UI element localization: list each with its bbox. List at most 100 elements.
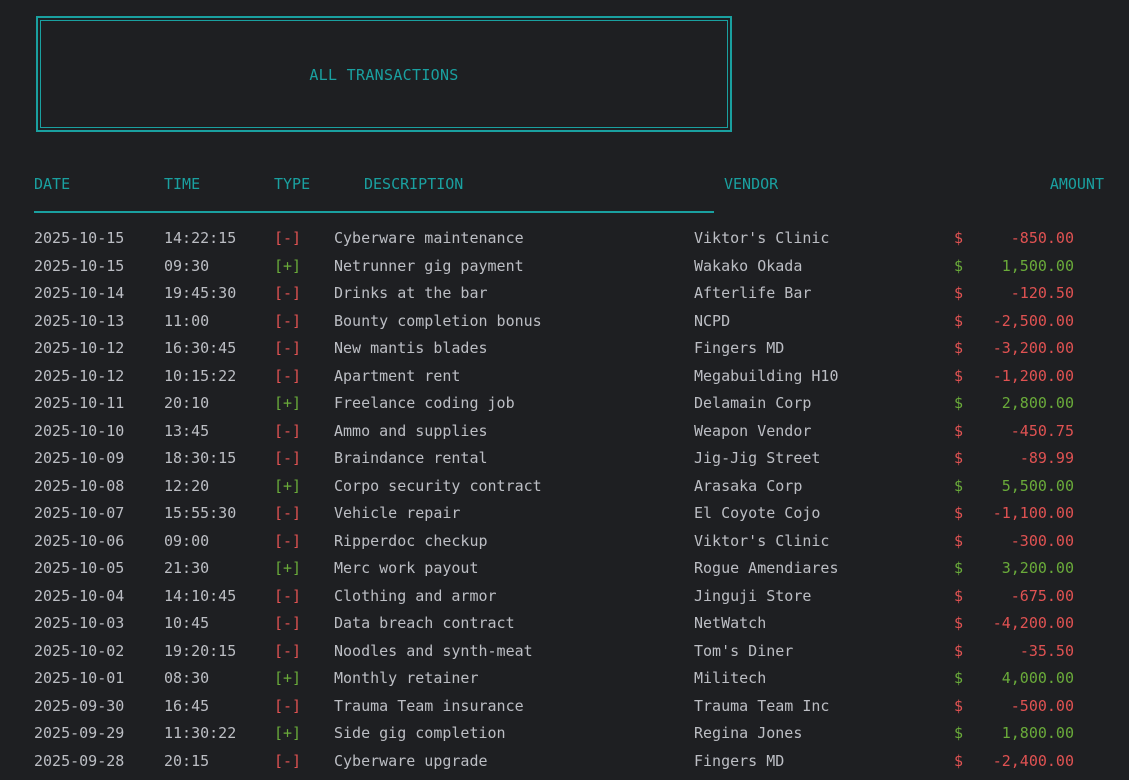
column-header-type[interactable]: TYPE xyxy=(274,175,310,193)
table-row[interactable]: 2025-10-02 19:20:15 [-] Noodles and synth-m… xyxy=(0,642,1129,670)
cell-date: 2025-10-15 xyxy=(34,256,125,275)
cell-description: Netrunner gig payment xyxy=(334,256,524,275)
cell-type: [-] xyxy=(274,421,302,440)
cell-date: 2025-10-15 xyxy=(34,229,125,247)
cell-date: 2025-10-12 xyxy=(34,366,125,385)
cell-vendor: Arasaka Corp xyxy=(694,476,803,495)
table-row[interactable]: 2025-10-07 15:55:30 [-] Vehicle repair El Co… xyxy=(0,504,1129,532)
cell-amount: -89.99 xyxy=(1019,449,1074,467)
table-row[interactable]: 2025-10-15 14:22:15 [-] Cyberware maintenan… xyxy=(0,229,1129,257)
table-row[interactable]: 2025-10-06 09:00 [-] Ripperdoc checkup Vikto… xyxy=(0,532,1129,560)
cell-type: [-] xyxy=(274,641,302,660)
cell-type: [+] xyxy=(274,256,302,275)
cell-currency: $ xyxy=(954,449,964,467)
cell-amount: -4,200.00 xyxy=(992,614,1074,632)
cell-vendor: Rogue Amendiares xyxy=(694,559,839,577)
cell-time: 09:30 xyxy=(164,256,210,275)
cell-description: Cyberware maintenance xyxy=(334,229,524,247)
cell-type: [-] xyxy=(274,449,302,467)
cell-description: Merc work payout xyxy=(334,559,479,577)
table-row[interactable]: 2025-09-29 11:30:22 [+] Side gig completion… xyxy=(0,724,1129,752)
cell-vendor: Trauma Team Inc xyxy=(694,696,830,715)
cell-amount: -1,100.00 xyxy=(992,504,1074,522)
cell-amount: -500.00 xyxy=(1010,696,1074,715)
cell-description: Corpo security contract xyxy=(334,476,542,495)
cell-currency: $ xyxy=(954,586,964,605)
cell-currency: $ xyxy=(954,476,964,495)
cell-type: [-] xyxy=(274,284,302,302)
table-row[interactable]: 2025-10-08 12:20 [+] Corpo security contrac… xyxy=(0,477,1129,505)
table-row[interactable]: 2025-10-11 20:10 [+] Freelance coding job De… xyxy=(0,394,1129,422)
table-row[interactable]: 2025-10-05 21:30 [+] Merc work payout Rogue … xyxy=(0,559,1129,587)
cell-description: Vehicle repair xyxy=(334,504,461,522)
cell-date: 2025-10-02 xyxy=(34,641,125,660)
cell-date: 2025-10-04 xyxy=(34,586,125,605)
column-header-vendor[interactable]: VENDOR xyxy=(724,175,778,193)
cell-amount: -3,200.00 xyxy=(992,339,1074,357)
cell-amount: -675.00 xyxy=(1010,586,1074,605)
cell-vendor: Wakako Okada xyxy=(694,256,803,275)
cell-currency: $ xyxy=(954,614,964,632)
cell-vendor: Jinguji Store xyxy=(694,586,812,605)
cell-type: [+] xyxy=(274,559,302,577)
cell-time: 08:30 xyxy=(164,669,210,687)
cell-time: 16:45 xyxy=(164,696,210,715)
cell-type: [-] xyxy=(274,366,302,385)
table-row[interactable]: 2025-10-14 19:45:30 [-] Drinks at the bar Af… xyxy=(0,284,1129,312)
column-header-description[interactable]: DESCRIPTION xyxy=(364,175,463,193)
table-row[interactable]: 2025-10-10 13:45 [-] Ammo and supplies Weapo… xyxy=(0,422,1129,450)
cell-amount: 4,000.00 xyxy=(1001,669,1074,687)
cell-currency: $ xyxy=(954,229,964,247)
cell-description: Monthly retainer xyxy=(334,669,479,687)
cell-description: Side gig completion xyxy=(334,724,506,742)
cell-currency: $ xyxy=(954,669,964,687)
cell-amount: -1,200.00 xyxy=(992,366,1074,385)
cell-description: Ripperdoc checkup xyxy=(334,531,488,550)
cell-vendor: Jig-Jig Street xyxy=(694,449,821,467)
cell-description: Data breach contract xyxy=(334,614,515,632)
cell-vendor: Fingers MD xyxy=(694,751,785,770)
cell-currency: $ xyxy=(954,366,964,385)
cell-date: 2025-09-30 xyxy=(34,696,125,715)
table-row[interactable]: 2025-10-13 11:00 [-] Bounty completion bonu… xyxy=(0,312,1129,340)
cell-date: 2025-09-29 xyxy=(34,724,125,742)
cell-date: 2025-10-06 xyxy=(34,531,125,550)
cell-description: New mantis blades xyxy=(334,339,488,357)
cell-type: [+] xyxy=(274,724,302,742)
cell-type: [-] xyxy=(274,586,302,605)
table-row[interactable]: 2025-10-12 10:15:22 [-] Apartment rent Megab… xyxy=(0,367,1129,395)
page-title: ALL TRANSACTIONS xyxy=(309,66,459,84)
cell-currency: $ xyxy=(954,696,964,715)
transactions-screen: ALL TRANSACTIONS DATE TIME TYPE DESCRIPT… xyxy=(0,0,1129,780)
table-row[interactable]: 2025-10-04 14:10:45 [-] Clothing and armor J… xyxy=(0,587,1129,615)
cell-currency: $ xyxy=(954,421,964,440)
column-header-time[interactable]: TIME xyxy=(164,175,200,193)
column-header-date[interactable]: DATE xyxy=(34,175,70,193)
cell-date: 2025-10-11 xyxy=(34,394,125,412)
cell-date: 2025-10-09 xyxy=(34,449,125,467)
table-row[interactable]: 2025-09-28 20:15 [-] Cyberware upgrade Finge… xyxy=(0,752,1129,780)
title-panel: ALL TRANSACTIONS xyxy=(36,16,732,132)
table-row[interactable]: 2025-10-12 16:30:45 [-] New mantis blades Fi… xyxy=(0,339,1129,367)
cell-time: 13:45 xyxy=(164,421,210,440)
cell-type: [-] xyxy=(274,339,302,357)
cell-amount: 2,800.00 xyxy=(1001,394,1074,412)
cell-date: 2025-10-08 xyxy=(34,476,125,495)
cell-type: [+] xyxy=(274,476,302,495)
cell-currency: $ xyxy=(954,504,964,522)
cell-description: Cyberware upgrade xyxy=(334,751,488,770)
cell-time: 19:20:15 xyxy=(164,641,237,660)
table-row[interactable]: 2025-10-01 08:30 [+] Monthly retainer Milite… xyxy=(0,669,1129,697)
cell-currency: $ xyxy=(954,311,964,330)
table-row[interactable]: 2025-09-30 16:45 [-] Trauma Team insurance T… xyxy=(0,697,1129,725)
table-row[interactable]: 2025-10-03 10:45 [-] Data breach contract Ne… xyxy=(0,614,1129,642)
cell-type: [+] xyxy=(274,394,302,412)
cell-time: 11:30:22 xyxy=(164,724,237,742)
table-row[interactable]: 2025-10-09 18:30:15 [-] Braindance rental Ji… xyxy=(0,449,1129,477)
cell-amount: 5,500.00 xyxy=(1001,476,1074,495)
cell-date: 2025-10-10 xyxy=(34,421,125,440)
cell-vendor: Weapon Vendor xyxy=(694,421,812,440)
cell-time: 19:45:30 xyxy=(164,284,237,302)
table-row[interactable]: 2025-10-15 09:30 [+] Netrunner gig payment W… xyxy=(0,257,1129,285)
column-header-amount[interactable]: AMOUNT xyxy=(1050,175,1104,193)
